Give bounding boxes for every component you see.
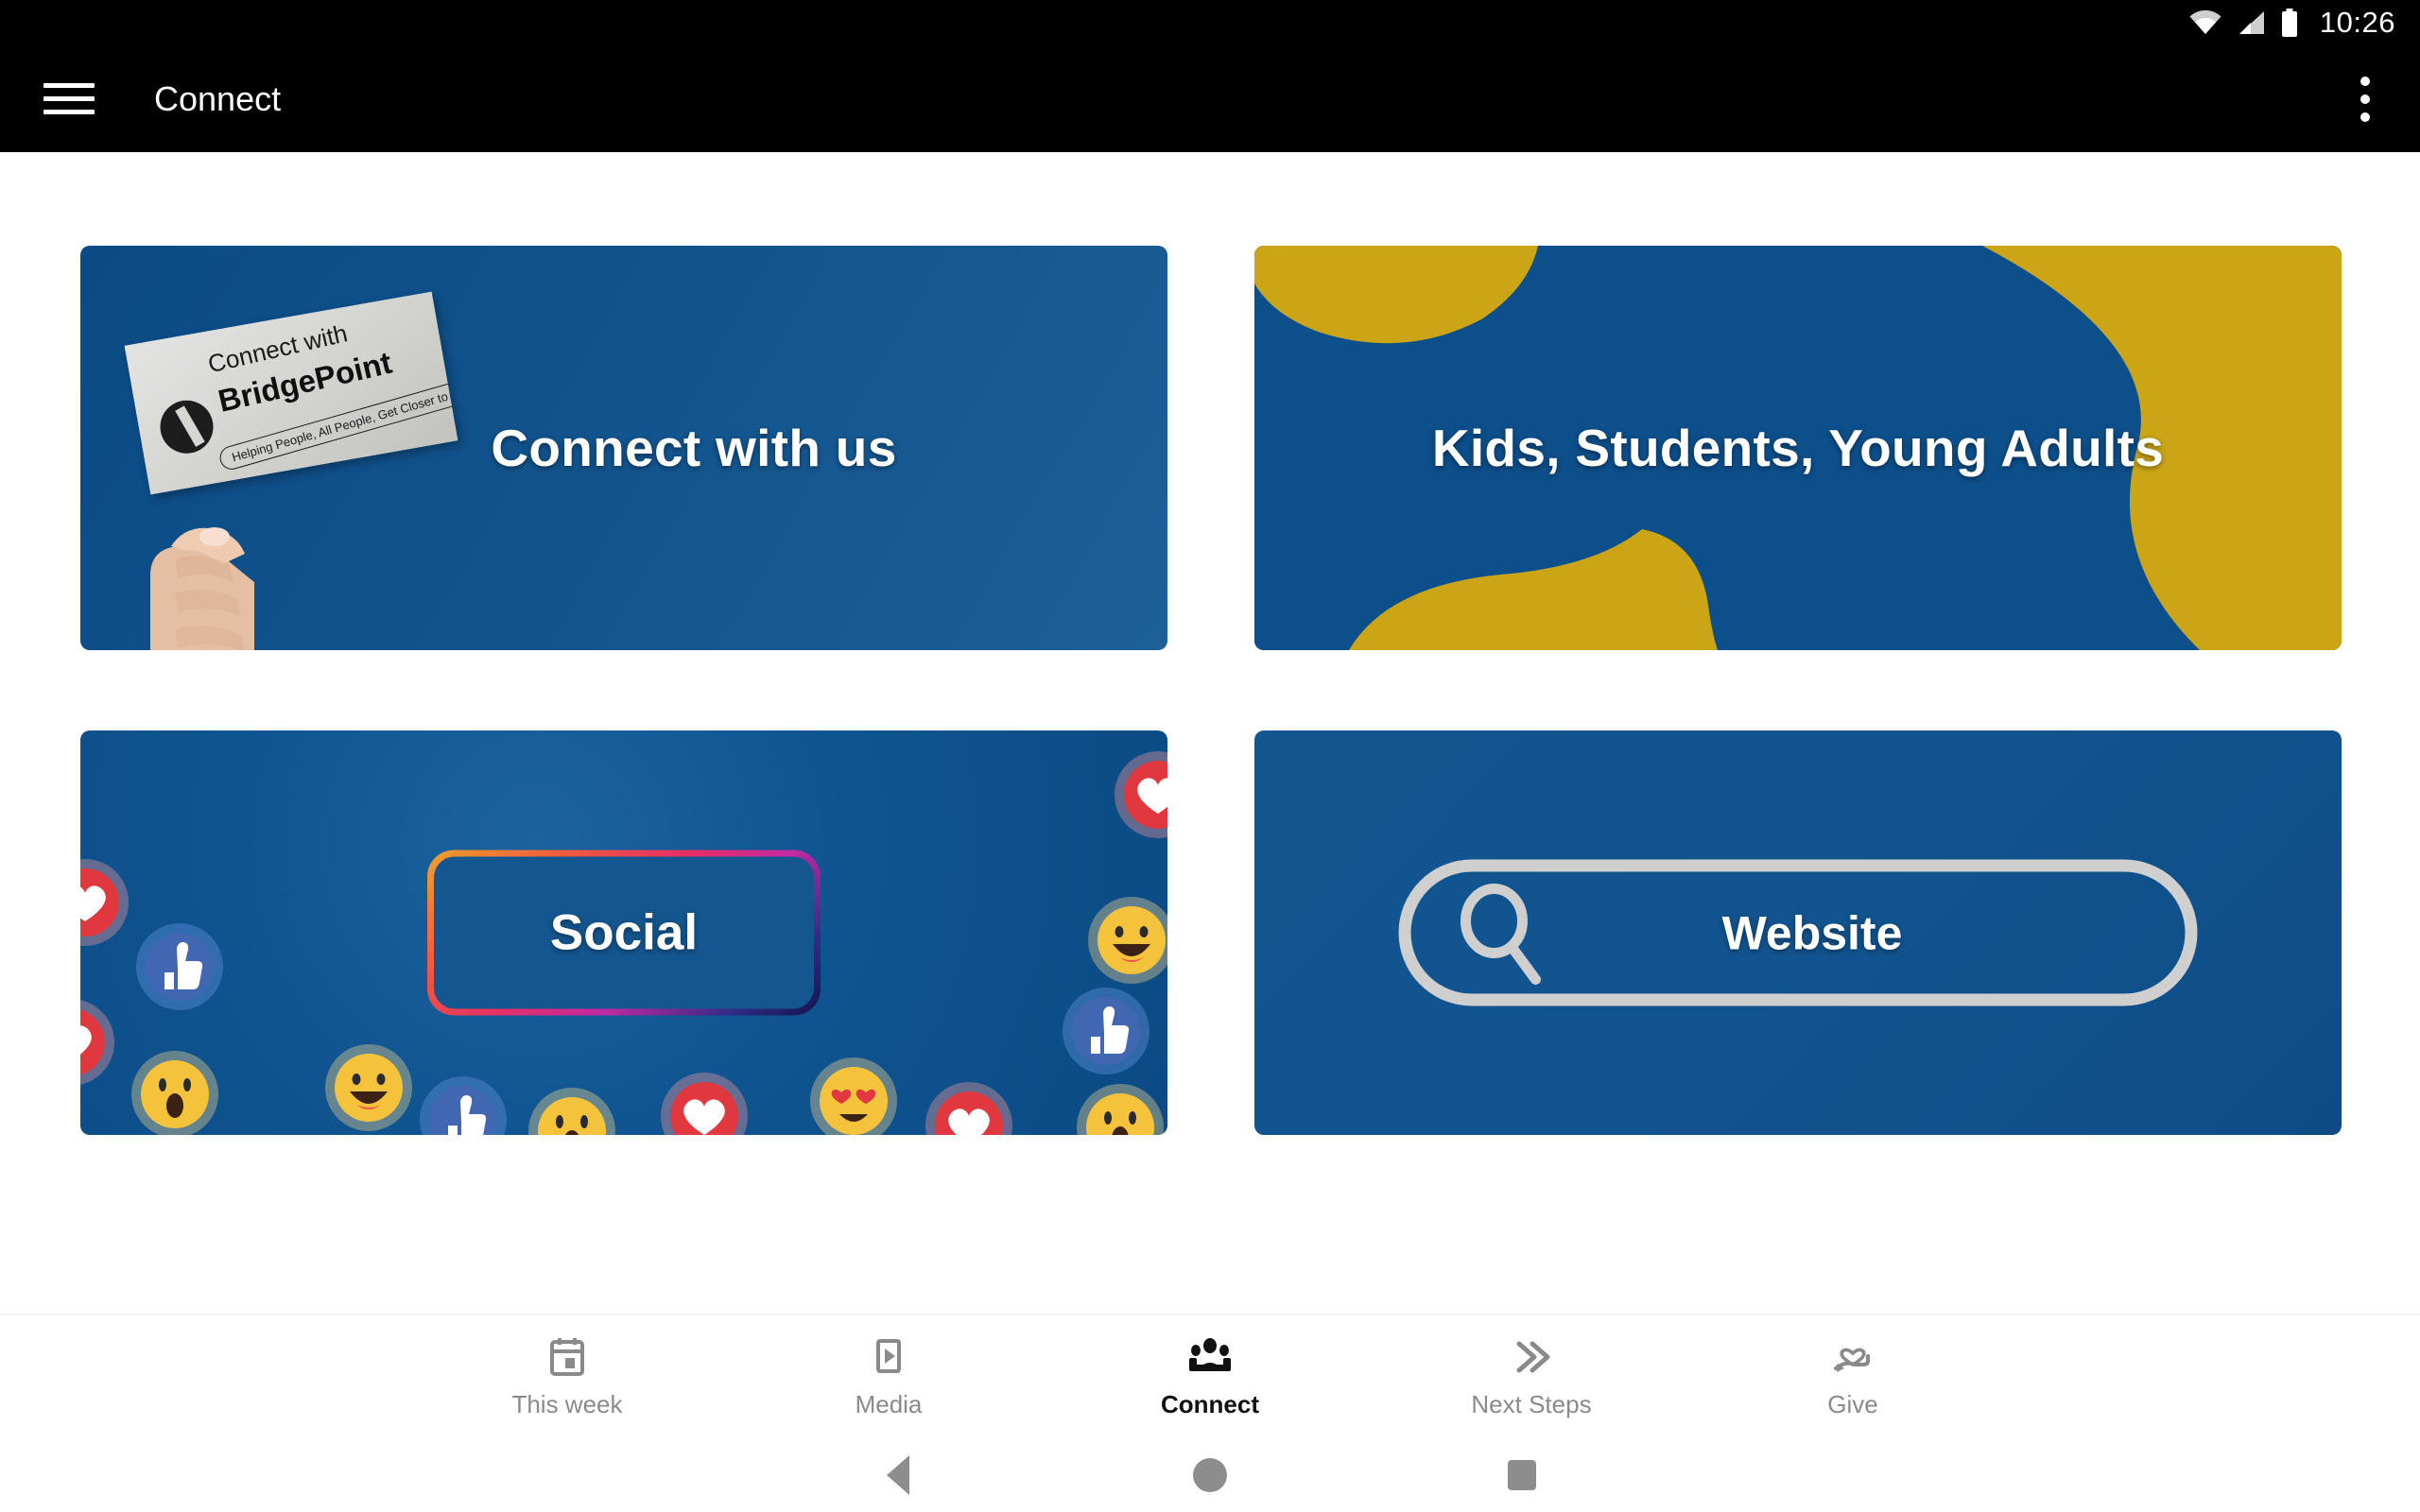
nav-label-next-steps: Next Steps [1471,1390,1592,1418]
nav-label-media: Media [855,1390,923,1418]
more-vertical-icon[interactable] [2337,66,2394,132]
card-website[interactable]: Website [1254,730,2342,1135]
website-search-outline: Website [1398,859,2198,1006]
nav-item-next-steps[interactable]: Next Steps [1371,1334,1692,1419]
nav-item-media[interactable]: Media [728,1334,1049,1419]
double-chevron-right-icon [1510,1334,1553,1380]
content-area: Connect with BridgePoint Helping People,… [0,152,2420,1314]
nav-item-connect[interactable]: Connect [1049,1334,1371,1419]
nav-label-this-week: This week [511,1390,623,1418]
card-title-social: Social [549,904,699,961]
nav-label-connect: Connect [1161,1390,1259,1418]
page-title: Connect [154,78,282,118]
social-frame-inner: Social [434,856,814,1009]
hamburger-menu-icon[interactable] [43,80,95,118]
home-circle-icon[interactable] [1054,1458,1366,1492]
app-screen: 10:26 Connect Connect with BridgePoint H… [0,0,2420,1512]
battery-icon [2280,9,2299,37]
magnifying-glass-icon [1461,883,1541,985]
app-toolbar: Connect [0,45,2420,152]
status-bar: 10:26 [0,0,2420,45]
back-triangle-icon[interactable] [742,1455,1054,1495]
card-grid: Connect with BridgePoint Helping People,… [80,246,2342,1135]
nav-label-give: Give [1827,1390,1878,1418]
card-connect-with-us[interactable]: Connect with BridgePoint Helping People,… [80,246,1167,650]
nav-item-this-week[interactable]: This week [406,1334,728,1419]
nav-item-give[interactable]: Give [1692,1334,2014,1419]
card-title-connect-with-us: Connect with us [491,419,897,477]
card-social[interactable]: Social [80,730,1167,1135]
bottom-navigation: This week Media Connect Next Steps Give [0,1314,2420,1438]
status-bar-clock: 10:26 [2319,6,2395,39]
calendar-icon [548,1334,586,1380]
cellular-signal-icon [2237,10,2265,35]
card-title-kids-students-young-adults: Kids, Students, Young Adults [1431,419,2165,477]
people-group-icon [1187,1334,1233,1380]
hand-heart-icon [1832,1334,1874,1380]
social-frame: Social [427,850,821,1016]
android-system-navigation [0,1438,2420,1512]
play-rectangle-icon [870,1334,908,1380]
recents-square-icon[interactable] [1366,1460,1678,1490]
card-kids-students-young-adults[interactable]: Kids, Students, Young Adults [1254,246,2342,650]
wifi-icon [2189,10,2221,35]
